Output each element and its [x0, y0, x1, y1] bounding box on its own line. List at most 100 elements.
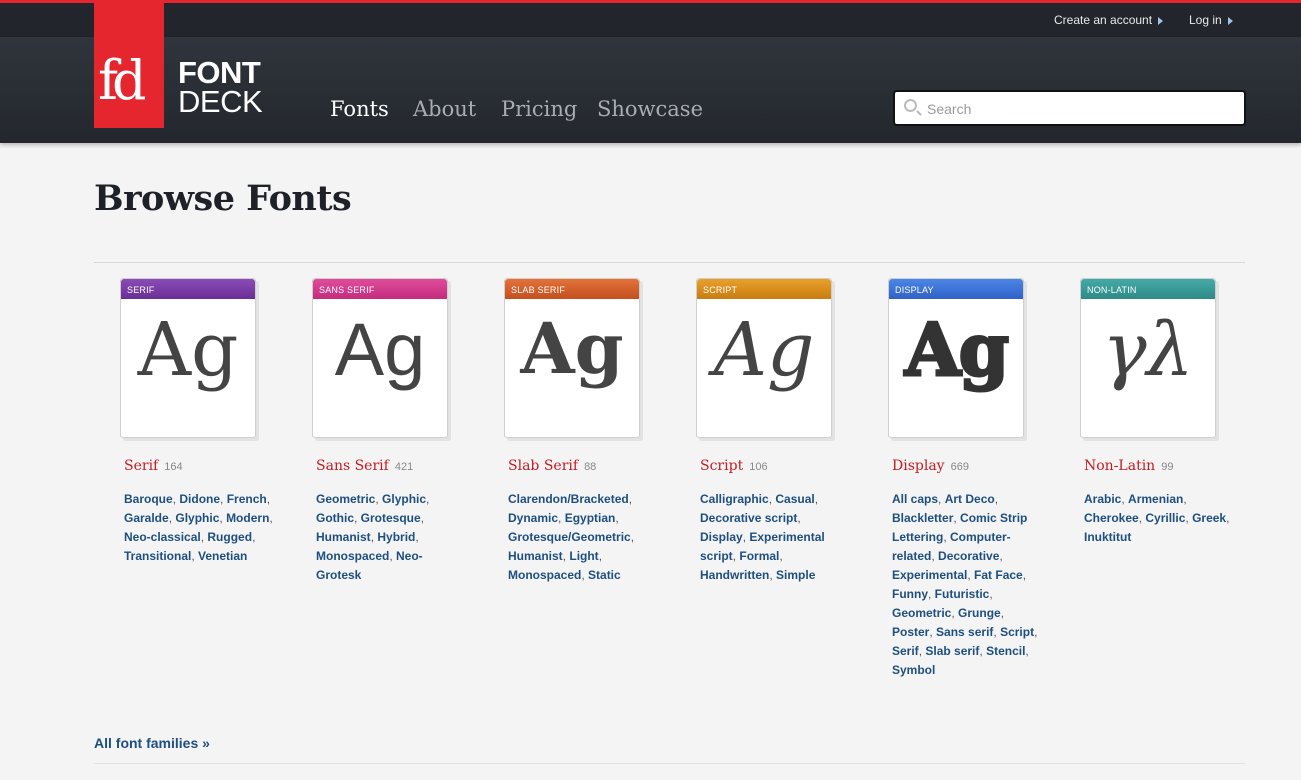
tag-link[interactable]: Fat Face — [974, 568, 1023, 582]
tag-link[interactable]: Clarendon/Bracketed — [508, 492, 629, 506]
tag-link[interactable]: Grotesque — [361, 511, 421, 525]
tag-link[interactable]: Gothic — [316, 511, 354, 525]
tag-link[interactable]: Humanist — [316, 530, 371, 544]
nav-fonts[interactable]: Fonts — [330, 97, 389, 121]
tag-link[interactable]: Modern — [226, 511, 269, 525]
search-input[interactable] — [927, 98, 1227, 120]
tag-link[interactable]: Grotesque/Geometric — [508, 530, 631, 544]
category-card-display[interactable]: DISPLAY Ag — [888, 278, 1024, 438]
tag-link[interactable]: Hybrid — [377, 530, 415, 544]
tag-link[interactable]: All caps — [892, 492, 938, 506]
category-card-script[interactable]: SCRIPT Ag — [696, 278, 832, 438]
tag-link[interactable]: Funny — [892, 587, 928, 601]
tag-link[interactable]: Dynamic — [508, 511, 558, 525]
all-font-families-link[interactable]: All font families » — [94, 735, 210, 751]
category-count: 106 — [749, 461, 768, 473]
category-tab: SLAB SERIF — [505, 279, 639, 299]
search-box[interactable] — [893, 90, 1246, 126]
logo-wordmark[interactable]: FONT DECK — [178, 55, 263, 119]
tag-link[interactable]: Script — [1000, 625, 1034, 639]
category-card-serif[interactable]: SERIF Ag — [120, 278, 256, 438]
tag-link[interactable]: Slab serif — [925, 644, 979, 658]
tag-link[interactable]: Light — [569, 549, 598, 563]
tag-link[interactable]: Glyphic — [175, 511, 219, 525]
glyph-sample: Ag — [137, 307, 239, 393]
tag-link[interactable]: Cyrillic — [1145, 511, 1185, 525]
tag-link[interactable]: Blackletter — [892, 511, 953, 525]
tag-link[interactable]: Monospaced — [508, 568, 581, 582]
tag-link[interactable]: Garalde — [124, 511, 169, 525]
login-link[interactable]: Log in — [1189, 13, 1233, 27]
tag-link[interactable]: Serif — [892, 644, 919, 658]
tag-link[interactable]: Cherokee — [1084, 511, 1139, 525]
category-count: 421 — [394, 461, 414, 473]
tag-link[interactable]: Casual — [775, 492, 814, 506]
tag-link[interactable]: Calligraphic — [700, 492, 769, 506]
logo-badge[interactable]: fd — [94, 3, 164, 128]
category-name-link[interactable]: Sans Serif 421 — [316, 458, 413, 474]
site-header: Create an account Log in fd FONT DECK Fo… — [0, 3, 1301, 143]
tag-link[interactable]: Neo-classical — [124, 530, 201, 544]
tag-link[interactable]: Rugged — [207, 530, 252, 544]
logo-word-font: FONT — [178, 55, 261, 90]
tag-link[interactable]: Transitional — [124, 549, 191, 563]
category-tags: Arabic, Armenian, Cherokee, Cyrillic, Gr… — [1084, 492, 1230, 544]
tag-link[interactable]: Display — [700, 530, 743, 544]
tag-link[interactable]: Geometric — [892, 606, 951, 620]
tag-link[interactable]: Glyphic — [382, 492, 426, 506]
category-name-link[interactable]: Script 106 — [700, 458, 768, 474]
tag-link[interactable]: Handwritten — [700, 568, 769, 582]
tag-link[interactable]: Art Deco — [945, 492, 995, 506]
tag-link[interactable]: Monospaced — [316, 549, 389, 563]
create-account-link[interactable]: Create an account — [1054, 13, 1164, 27]
category-name: Display — [892, 458, 945, 474]
tag-link[interactable]: Stencil — [986, 644, 1025, 658]
category-card-slab-serif[interactable]: SLAB SERIF Ag — [504, 278, 640, 438]
tag-link[interactable]: Humanist — [508, 549, 563, 563]
logo-word-deck: DECK — [178, 84, 263, 119]
category-count: 164 — [164, 461, 183, 473]
category-tags: Calligraphic, Casual, Decorative script,… — [700, 492, 825, 582]
tag-link[interactable]: Greek — [1192, 511, 1226, 525]
tag-link[interactable]: Decorative script — [700, 511, 797, 525]
tag-link[interactable]: Formal — [739, 549, 779, 563]
tag-link[interactable]: Didone — [179, 492, 220, 506]
category-count: 669 — [950, 461, 969, 473]
category-card-non-latin[interactable]: NON-LATIN γλ — [1080, 278, 1216, 438]
tag-link[interactable]: French — [227, 492, 267, 506]
tag-link[interactable]: Grunge — [958, 606, 1001, 620]
tag-link[interactable]: Decorative — [938, 549, 999, 563]
tag-link[interactable]: Inuktitut — [1084, 530, 1131, 544]
tag-link[interactable]: Sans serif — [936, 625, 993, 639]
tag-link[interactable]: Armenian — [1128, 492, 1183, 506]
tag-link[interactable]: Baroque — [124, 492, 173, 506]
category-tab: SCRIPT — [697, 279, 831, 299]
category-name-link[interactable]: Display 669 — [892, 458, 969, 474]
create-account-label: Create an account — [1054, 13, 1153, 27]
tag-link[interactable]: Venetian — [198, 549, 247, 563]
category-card-sans-serif[interactable]: SANS SERIF Ag — [312, 278, 448, 438]
tag-link[interactable]: Futuristic — [935, 587, 990, 601]
tag-link[interactable]: Simple — [776, 568, 815, 582]
utility-bar: Create an account Log in — [0, 3, 1301, 37]
tag-link[interactable]: Egyptian — [565, 511, 616, 525]
glyph-sample: Ag — [334, 308, 426, 391]
page-title: Browse Fonts — [94, 178, 352, 219]
nav-about[interactable]: About — [413, 97, 476, 121]
category-tags: Clarendon/Bracketed, Dynamic, Egyptian, … — [508, 492, 635, 582]
category-name-link[interactable]: Non-Latin 99 — [1084, 458, 1173, 474]
category-name: Serif — [124, 458, 159, 474]
tag-link[interactable]: Arabic — [1084, 492, 1121, 506]
nav-pricing[interactable]: Pricing — [501, 97, 577, 121]
category-name-link[interactable]: Serif 164 — [124, 458, 183, 474]
nav-showcase[interactable]: Showcase — [597, 97, 703, 121]
category-count: 88 — [584, 461, 597, 473]
tag-link[interactable]: Geometric — [316, 492, 375, 506]
category-name: Non-Latin — [1084, 458, 1156, 474]
category-name-link[interactable]: Slab Serif 88 — [508, 458, 596, 474]
tag-link[interactable]: Experimental — [892, 568, 967, 582]
tag-link[interactable]: Poster — [892, 625, 929, 639]
tag-link[interactable]: Symbol — [892, 663, 935, 677]
tag-link[interactable]: Static — [588, 568, 621, 582]
category-name: Script — [700, 458, 744, 474]
